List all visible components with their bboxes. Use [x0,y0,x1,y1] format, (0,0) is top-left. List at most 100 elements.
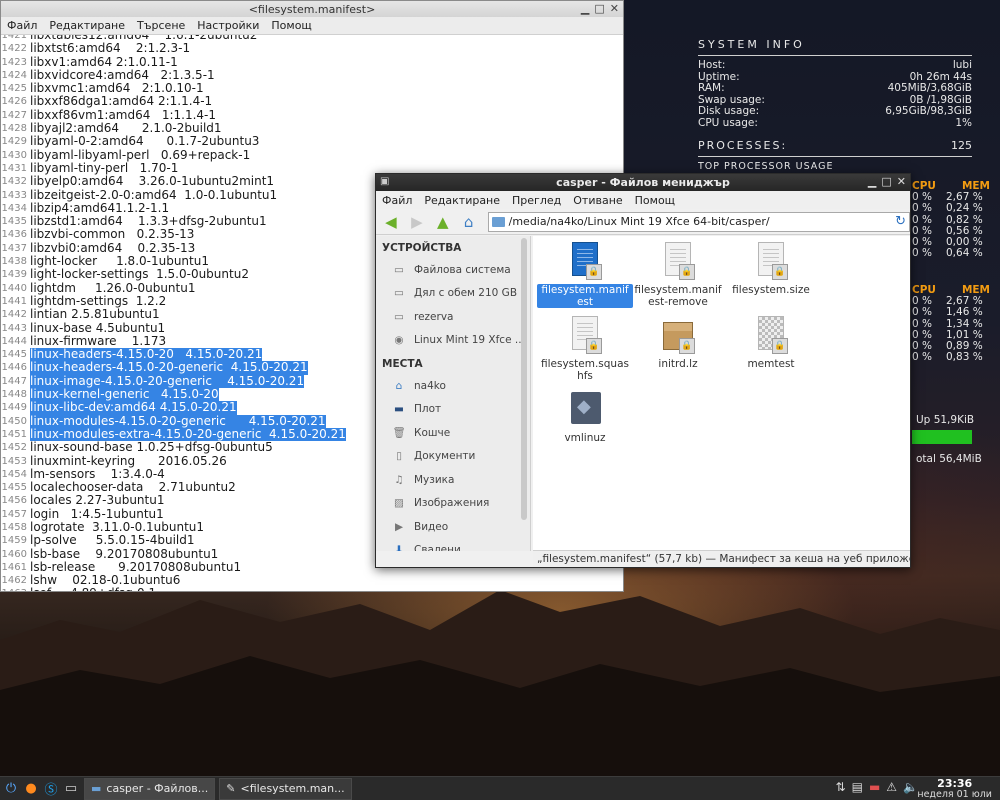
sidebar-item[interactable]: 🗑 Кошче [376,421,530,445]
text-line[interactable]: 1463lsof 4.89+dfsg-0.1 [1,587,623,591]
text-line[interactable]: 1430 libyaml-libyaml-perl 0.69+repack-1 [1,147,623,162]
clipboard-icon[interactable]: ▤ [852,780,863,794]
line-number: 1444 [1,335,27,347]
text-line[interactable]: 1422 libxtst6:amd64 2:1.2.3-1 [1,41,623,55]
close-icon[interactable]: ✕ [897,175,906,188]
image-icon: ▨ [394,497,404,510]
sidebar-item[interactable]: ▯ Документи [376,445,530,469]
maximize-icon[interactable]: □ [881,175,891,188]
sidebar-item[interactable]: ▭ Файлова система [376,258,530,282]
up-arrow-icon[interactable]: ▲ [432,212,454,232]
line-number: 1462 [1,575,27,587]
line-text: libxv1:amd64 2:1.0.11-1 [30,54,178,69]
minimize-icon[interactable]: ▁ [868,175,876,188]
volume-icon[interactable]: 🔈 [903,780,918,794]
menu-item[interactable]: Настройки [191,19,265,32]
process-mem: 0,64 % [946,247,983,260]
file-item[interactable]: 🔒 filesystem.size [723,242,819,296]
text-line[interactable]: 1424 libxvidcore4:amd64 2:1.3.5-1 [1,68,623,82]
sidebar-item[interactable]: ▭ rezerva [376,305,530,329]
line-text: libyaml-libyaml-perl 0.69+repack-1 [30,147,251,162]
fm-titlebar[interactable]: ▣ casper - Файлов мениджър ▁ □ ✕ [376,174,910,191]
taskbar-button[interactable]: ▬ casper - Файлов... [84,777,216,800]
back-arrow-icon[interactable]: ◀ [380,212,402,232]
location-field[interactable]: /media/na4ko/Linux Mint 19 Xfce 64-bit/c… [487,211,910,232]
file-item[interactable]: 🔒 filesystem.manifest [537,242,633,308]
menu-item[interactable]: Помощ [629,194,681,207]
menu-item[interactable]: Файл [1,19,43,32]
system-info-row: Disk usage: 6,95GiB/98,3GiB [698,105,972,118]
line-text: locales 2.27-3ubuntu1 [30,493,165,508]
text-line[interactable]: 1427 libxxf86vm1:amd64 1:1.1.4-1 [1,108,623,122]
text-line[interactable]: 1429 libyaml-0-2:amd64 0.1.7-2ubuntu3 [1,134,623,149]
editor-titlebar[interactable]: <filesystem.manifest> ▁ □ ✕ [1,1,623,17]
net-up-label: Up 51,9KiB [916,414,975,426]
line-text: linux-modules-4.15.0-20-generic 4.15.0-2… [30,413,326,428]
skype-icon[interactable]: Ⓢ [42,780,60,798]
keyboard-layout-icon[interactable]: ▬ [869,780,880,794]
menu-item[interactable]: Файл [376,194,418,207]
sidebar-item-label: Плот [414,403,442,416]
sidebar-scrollbar[interactable] [521,238,527,520]
sidebar-item[interactable]: ▶ Видео [376,515,530,539]
text-line[interactable]: 1426 libxxf86dga1:amd64 2:1.1.4-1 [1,95,623,109]
line-number: 1451 [1,428,27,440]
file-item[interactable]: 🔒 initrd.lz [630,316,726,370]
task-list: ▬ casper - Файлов... ✎ <filesystem.man... [80,777,352,800]
network-transfer-icon[interactable]: ⇅ [836,780,846,794]
close-icon[interactable]: ✕ [610,2,619,15]
menu-item[interactable]: Редактиране [418,194,506,207]
line-number: 1432 [1,176,27,188]
text-line[interactable]: 1462 lshw 02.18-0.1ubuntu6 [1,573,623,587]
menu-item[interactable]: Отиване [567,194,628,207]
clock[interactable]: 23:36 неделя 01 юли [917,778,992,800]
firefox-icon[interactable]: ● [22,780,40,798]
file-item[interactable]: 🔒 memtest [723,316,819,370]
file-icon: 🔒 [661,242,695,282]
sidebar-item[interactable]: ▨ Изображения [376,492,530,516]
line-number: 1428 [1,123,27,135]
text-line[interactable]: 1428 libyajl2:amd64 2.1.0-2build1 [1,121,623,135]
text-line[interactable]: 1425 libxvmc1:amd64 2:1.0.10-1 [1,81,623,95]
text-line[interactable]: 1423 libxv1:amd64 2:1.0.11-1 [1,54,623,69]
line-number: 1453 [1,455,27,467]
minimize-icon[interactable]: ▁ [581,2,589,15]
home-icon[interactable]: ⌂ [458,212,480,232]
menu-item[interactable]: Търсене [131,19,191,32]
sidebar-item[interactable]: ◉ Linux Mint 19 Xfce ... [376,329,530,353]
line-number: 1434 [1,202,27,214]
line-number: 1449 [1,402,27,414]
file-item[interactable]: vmlinuz [537,390,633,444]
sidebar-item[interactable]: ▭ Дял с обем 210 GB [376,282,530,306]
maximize-icon[interactable]: □ [594,2,604,15]
file-view[interactable]: 🔒 filesystem.manifest 🔒 filesystem.manifest… [533,236,910,551]
sidebar-item-label: Свалени [414,544,461,551]
files-icon[interactable]: ▭ [62,780,80,798]
lock-icon: 🔒 [772,338,788,354]
window-menu-icon[interactable]: ▣ [380,176,389,187]
executable-icon [571,392,601,424]
sidebar-item-label: Linux Mint 19 Xfce ... [414,334,525,347]
file-item[interactable]: 🔒 filesystem.manifest-remove [630,242,726,308]
menu-item[interactable]: Помощ [265,19,317,32]
notifications-icon[interactable]: ⚠ [886,780,897,794]
taskbar-button[interactable]: ✎ <filesystem.man... [219,777,352,800]
info-value: lubi [952,59,972,71]
line-text: libyaml-tiny-perl 1.70-1 [30,160,179,175]
file-manager-window[interactable]: ▣ casper - Файлов мениджър ▁ □ ✕ Файл Ред… [375,173,911,568]
forward-arrow-icon[interactable]: ▶ [406,212,428,232]
reload-icon[interactable]: ↻ [895,214,906,229]
line-text: libyaml-0-2:amd64 0.1.7-2ubuntu3 [30,134,260,149]
menu-item[interactable]: Преглед [506,194,567,207]
sidebar-item[interactable]: ♫ Музика [376,468,530,492]
sidebar-item[interactable]: ⬇ Свалени [376,539,530,551]
sidebar-item[interactable]: ▬ Плот [376,398,530,422]
menu-item[interactable]: Редактиране [43,19,131,32]
folder-icon: ▬ [91,782,102,795]
power-icon[interactable]: ⏻ [2,780,20,798]
file-item[interactable]: 🔒 filesystem.squashfs [537,316,633,382]
places-list: ⌂ na4ko ▬ Плот 🗑 Кошче ▯ Документи ♫ Музика ▨ Изобр… [376,374,530,551]
sidebar-item[interactable]: ⌂ na4ko [376,374,530,398]
task-label: casper - Файлов... [106,782,209,795]
line-text: lsof 4.89+dfsg-0.1 [30,587,156,591]
